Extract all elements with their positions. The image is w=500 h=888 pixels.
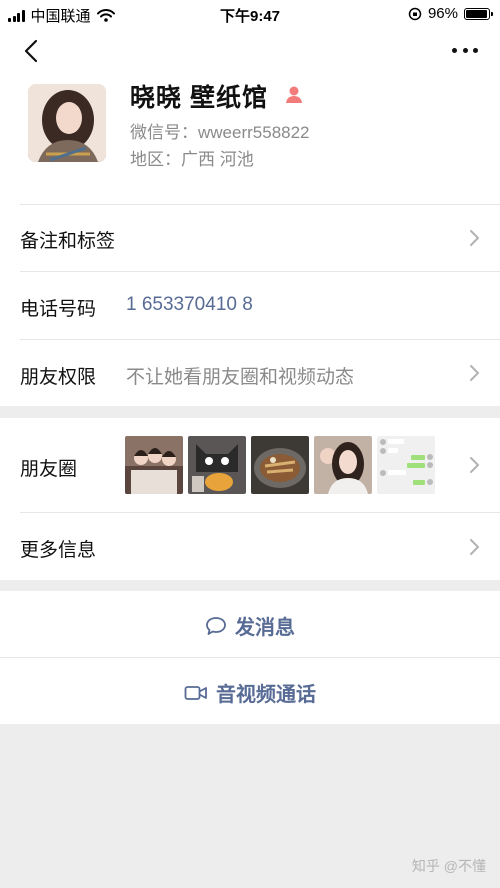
more-dots-icon[interactable] [452,42,478,58]
remark-row[interactable]: 备注和标签 [0,205,500,271]
battery-percent: 96% [427,5,458,22]
chevron-right-icon [470,365,479,381]
status-bar: 中国联通 下午9:47 96% [0,0,500,28]
watermark: 知乎 @不懂 [411,858,486,874]
chevron-right-icon [470,230,479,246]
permission-row[interactable]: 朋友权限 不让她看朋友圈和视频动态 [0,340,500,406]
video-call-label: 音视频通话 [216,684,316,706]
send-message-label: 发消息 [235,617,295,639]
phone-value[interactable]: 1 653370410 8 [126,294,253,316]
chevron-right-icon [470,457,479,473]
profile-name: 晓晓 壁纸馆 [130,84,268,112]
divider [0,657,500,658]
video-camera-icon [184,685,207,700]
moment-photo[interactable] [251,436,309,494]
status-right: 96% [408,5,493,22]
chevron-right-icon [470,539,479,555]
phone-label: 电话号码 [20,299,97,320]
permission-label: 朋友权限 [20,367,97,388]
region: 地区：广西 河池 [130,150,254,169]
more-info-label: 更多信息 [20,540,97,561]
avatar[interactable] [28,84,106,162]
more-info-row[interactable]: 更多信息 [0,513,500,580]
permission-value: 不让她看朋友圈和视频动态 [126,367,355,388]
moment-photo[interactable] [188,436,246,494]
moment-chat-screenshot[interactable] [377,436,435,494]
remark-label: 备注和标签 [20,231,116,252]
orientation-lock-icon [408,7,422,20]
video-call-button[interactable]: 音视频通话 [0,678,500,707]
wechat-id: 微信号：wweerr558822 [130,123,310,142]
moments-label: 朋友圈 [20,459,78,480]
battery-icon [464,7,493,20]
back-arrow-icon[interactable] [20,38,44,64]
moment-photo[interactable] [125,436,183,494]
phone-row[interactable]: 电话号码 1 653370410 8 [0,272,500,338]
chat-bubble-icon [206,616,226,635]
moment-photo[interactable] [314,436,372,494]
female-icon [286,86,302,103]
send-message-button[interactable]: 发消息 [0,611,500,642]
